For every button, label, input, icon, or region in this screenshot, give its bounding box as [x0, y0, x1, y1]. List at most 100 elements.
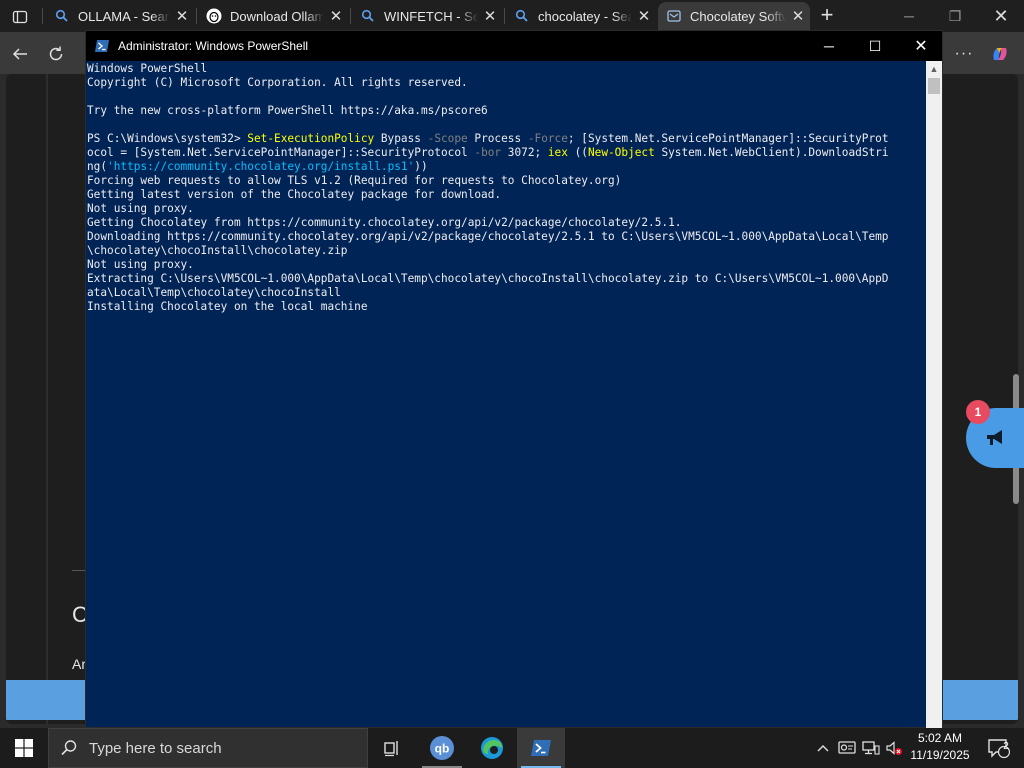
console-line: Downloading https://community.chocolatey… — [87, 230, 926, 244]
console-text: Downloading https://community.chocolatey… — [87, 230, 889, 243]
taskbar-clock[interactable]: 5:02 AM 11/19/2025 — [902, 730, 978, 764]
tab-label: OLLAMA - Search — [78, 8, 170, 24]
console-text: Try the new cross-platform PowerShell ht… — [87, 104, 488, 117]
close-tab-icon[interactable]: ✕ — [632, 4, 656, 28]
console-text: iex — [547, 146, 568, 159]
notification-center-button[interactable]: 2 — [978, 728, 1018, 768]
restore-icon[interactable]: ❐ — [932, 0, 978, 32]
edge-app[interactable] — [468, 728, 516, 768]
console-text: -Scope — [427, 132, 468, 145]
search-icon — [49, 739, 89, 757]
tab-actions-icon[interactable] — [6, 6, 34, 28]
tab-label: Download Ollama — [230, 8, 324, 24]
close-icon[interactable]: ✕ — [978, 0, 1024, 32]
console-text: 3072; — [501, 146, 548, 159]
search-icon — [514, 8, 530, 24]
back-arrow-icon — [12, 48, 27, 60]
scroll-thumb[interactable] — [928, 78, 940, 94]
console-line: Copyright (C) Microsoft Corporation. All… — [87, 76, 926, 90]
powershell-app[interactable] — [517, 728, 565, 768]
task-view-button[interactable] — [368, 728, 416, 768]
task-view-icon — [384, 741, 398, 757]
tab-ollama-search[interactable]: OLLAMA - Search ✕ — [46, 2, 194, 30]
new-tab-button[interactable]: + — [814, 4, 840, 28]
console-line: Try the new cross-platform PowerShell ht… — [87, 104, 926, 118]
console-text: -bor — [474, 146, 502, 159]
console-line: Not using proxy. — [87, 258, 926, 272]
taskbar-search-box[interactable]: Type here to search — [48, 728, 368, 768]
taskbar: Type here to search qb 5:02 AM 11/19/202… — [0, 728, 1024, 768]
megaphone-icon — [987, 430, 1002, 445]
qbittorrent-app[interactable]: qb — [418, 728, 466, 768]
console-text: ata\Local\Temp\chocolatey\chocoInstall — [87, 286, 341, 299]
back-button[interactable] — [6, 40, 34, 68]
copilot-icon[interactable] — [986, 40, 1014, 68]
console-line: Not using proxy. — [87, 202, 926, 216]
console-line: ata\Local\Temp\chocolatey\chocoInstall — [87, 286, 926, 300]
console-line: PS C:\Windows\system32> Set-ExecutionPol… — [87, 132, 926, 146]
notification-count: 2 — [1003, 741, 1009, 752]
page-subtext: Ar — [72, 656, 86, 672]
tray-app-icon[interactable] — [836, 728, 858, 768]
edge-icon — [481, 737, 503, 759]
windows-logo-icon — [15, 739, 33, 757]
window-title: Administrator: Windows PowerShell — [118, 39, 309, 53]
show-hidden-icons[interactable] — [812, 728, 834, 768]
ps-maximize-icon[interactable]: ☐ — [852, 31, 898, 61]
search-icon — [54, 8, 70, 24]
clock-time: 5:02 AM — [917, 731, 963, 745]
start-button[interactable] — [0, 728, 48, 768]
close-tab-icon[interactable]: ✕ — [478, 4, 502, 28]
tab-winfetch-search[interactable]: WINFETCH - Search ✕ — [352, 2, 502, 30]
console-text: 'https://community.chocolatey.org/instal… — [107, 160, 415, 173]
clock-date: 11/19/2025 — [910, 748, 970, 762]
console-text: ocol = [System.Net.ServicePointManager]:… — [87, 146, 475, 159]
console-line: \chocolatey\chocoInstall\chocolatey.zip — [87, 244, 926, 258]
close-tab-icon[interactable]: ✕ — [786, 4, 810, 28]
console-text: Getting latest version of the Chocolatey… — [87, 188, 502, 201]
minimize-icon[interactable]: ─ — [886, 0, 932, 32]
console-line: Getting Chocolatey from https://communit… — [87, 216, 926, 230]
network-icon[interactable] — [860, 728, 882, 768]
tab-download-ollama[interactable]: Download Ollama ✕ — [198, 2, 348, 30]
console-text: Windows PowerShell — [87, 62, 208, 75]
powershell-window[interactable]: Administrator: Windows PowerShell ─ ☐ ✕ … — [85, 30, 943, 729]
search-placeholder: Type here to search — [89, 739, 222, 757]
console-line: Installing Chocolatey on the local machi… — [87, 300, 926, 314]
tab-label: chocolatey - Search — [538, 8, 632, 24]
console-text: Installing Chocolatey on the local machi… — [87, 300, 368, 313]
page-divider — [46, 74, 48, 724]
console-scrollbar[interactable]: ▲ — [926, 61, 942, 729]
console-text: Not using proxy. — [87, 202, 194, 215]
console-text: \chocolatey\chocoInstall\chocolatey.zip — [87, 244, 348, 257]
powershell-titlebar[interactable]: Administrator: Windows PowerShell ─ ☐ ✕ — [86, 31, 942, 61]
console-line: Getting latest version of the Chocolatey… — [87, 188, 926, 202]
scroll-up-icon[interactable]: ▲ — [926, 61, 942, 77]
browser-tabstrip: OLLAMA - Search ✕ Download Ollama ✕ WINF… — [0, 0, 1024, 32]
console-text: Bypass — [374, 132, 428, 145]
close-tab-icon[interactable]: ✕ — [324, 4, 348, 28]
tab-chocolatey-search[interactable]: chocolatey - Search ✕ — [506, 2, 656, 30]
refresh-icon — [49, 46, 63, 61]
console-text: Set-ExecutionPolicy — [247, 132, 375, 145]
tab-label: Chocolatey Software — [690, 8, 786, 24]
powershell-icon — [531, 740, 551, 756]
console-text: System.Net.WebClient).DownloadStri — [654, 146, 889, 159]
console-text: (( — [567, 146, 588, 159]
ps-close-icon[interactable]: ✕ — [898, 31, 944, 61]
close-tab-icon[interactable]: ✕ — [170, 4, 194, 28]
console-text: New-Object — [587, 146, 655, 159]
tab-chocolatey-software[interactable]: Chocolatey Software ✕ — [658, 2, 810, 30]
console-text: ; [System.Net.ServicePointManager]::Secu… — [567, 132, 889, 145]
console-line: Forcing web requests to allow TLS v1.2 (… — [87, 174, 926, 188]
more-menu-icon[interactable]: ··· — [950, 40, 978, 68]
ps-minimize-icon[interactable]: ─ — [806, 31, 852, 61]
console-line: ng('https://community.chocolatey.org/ins… — [87, 160, 926, 174]
search-icon — [360, 8, 376, 24]
powershell-console[interactable]: Windows PowerShell Copyright (C) Microsof… — [86, 61, 926, 729]
refresh-button[interactable] — [42, 40, 70, 68]
chevron-up-icon — [817, 745, 829, 752]
console-text: Not using proxy. — [87, 258, 194, 271]
